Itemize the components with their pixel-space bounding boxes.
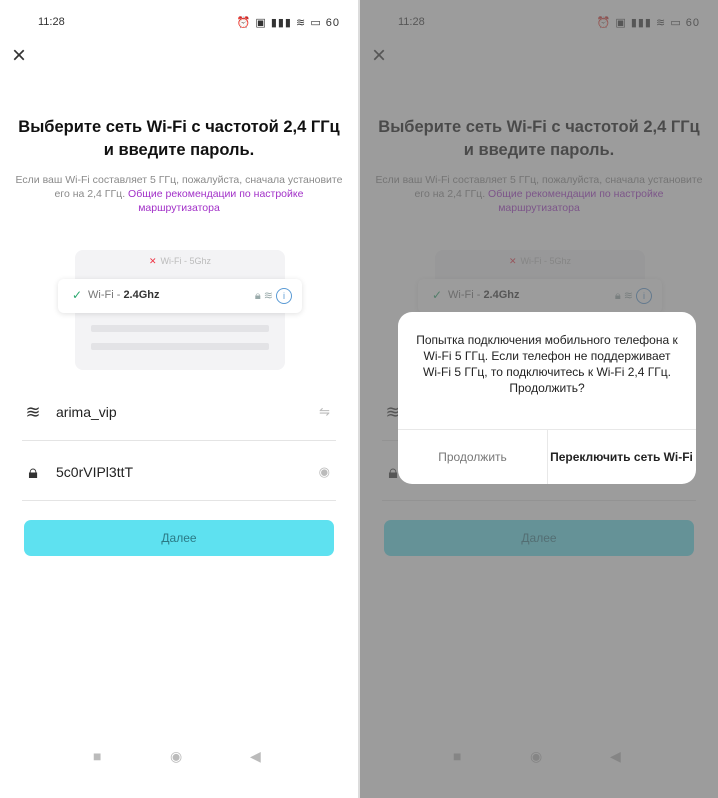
password-value: 5c0rVIPl3ttT: [56, 464, 134, 480]
check-icon: ✓: [72, 288, 83, 302]
description: Если ваш Wi-Fi составляет 5 ГГц, пожалуй…: [14, 173, 344, 215]
ssid-value: arima_vip: [56, 404, 117, 420]
status-time: 11:28: [38, 16, 65, 28]
wifi-row-icons: 🔒︎ ≋ i: [255, 288, 292, 304]
continue-button[interactable]: Продолжить: [398, 430, 548, 484]
eye-icon[interactable]: ◉: [319, 464, 330, 480]
wifi-24ghz-label: Wi-Fi - 2.4Ghz: [88, 289, 160, 301]
wifi-illustration: ✕Wi-Fi - 5Ghz ✓ Wi-Fi - 2.4Ghz 🔒︎ ≋ i: [58, 250, 302, 370]
placeholder-bar: [91, 343, 269, 350]
info-icon: i: [276, 288, 292, 304]
lock-icon: 🔒︎: [28, 462, 38, 482]
wifi-24ghz-card: ✓ Wi-Fi - 2.4Ghz 🔒︎ ≋ i: [58, 279, 302, 313]
password-field[interactable]: 🔒︎ 5c0rVIPl3ttT ◉: [22, 448, 336, 501]
next-button[interactable]: Далее: [24, 520, 334, 556]
recents-icon[interactable]: ■: [93, 748, 101, 764]
nav-bar: ■ ◉ ◀: [0, 740, 358, 780]
back-icon[interactable]: ◀: [250, 748, 261, 765]
wifi-5ghz-dialog: Попытка подключения мобильного телефона …: [398, 312, 696, 484]
status-icons: ⏰ ▣ ▮▮▮ ≋ ▭ 60: [236, 17, 340, 29]
wifi-icon: ≋: [25, 402, 41, 422]
wifi-5ghz-label: Wi-Fi - 5Ghz: [160, 256, 212, 266]
wifi-5ghz-row: ✕Wi-Fi - 5Ghz: [75, 256, 285, 276]
page-title: Выберите сеть Wi-Fi с частотой 2,4 ГГц и…: [18, 118, 340, 159]
cross-icon: ✕: [148, 256, 157, 266]
router-guide-link[interactable]: Общие рекомендации по настройке маршрути…: [128, 188, 303, 214]
switch-network-icon[interactable]: ⇋: [319, 404, 330, 420]
status-bar: 11:28 ⏰ ▣ ▮▮▮ ≋ ▭ 60: [0, 14, 358, 34]
dialog-message: Попытка подключения мобильного телефона …: [416, 333, 678, 395]
home-icon[interactable]: ◉: [170, 748, 182, 765]
wifi-setup-screen-dialog: 11:28 ⏰ ▣ ▮▮▮ ≋ ▭ 60 × Выберите сеть Wi-…: [360, 0, 718, 798]
close-icon[interactable]: ×: [12, 44, 26, 68]
dialog-actions: Продолжить Переключить сеть Wi-Fi: [398, 429, 696, 484]
ssid-field[interactable]: ≋ arima_vip ⇋: [22, 388, 336, 441]
wifi-setup-screen: 11:28 ⏰ ▣ ▮▮▮ ≋ ▭ 60 × Выберите сеть Wi-…: [0, 0, 358, 798]
placeholder-bar: [91, 325, 269, 332]
switch-network-button[interactable]: Переключить сеть Wi-Fi: [547, 430, 696, 484]
